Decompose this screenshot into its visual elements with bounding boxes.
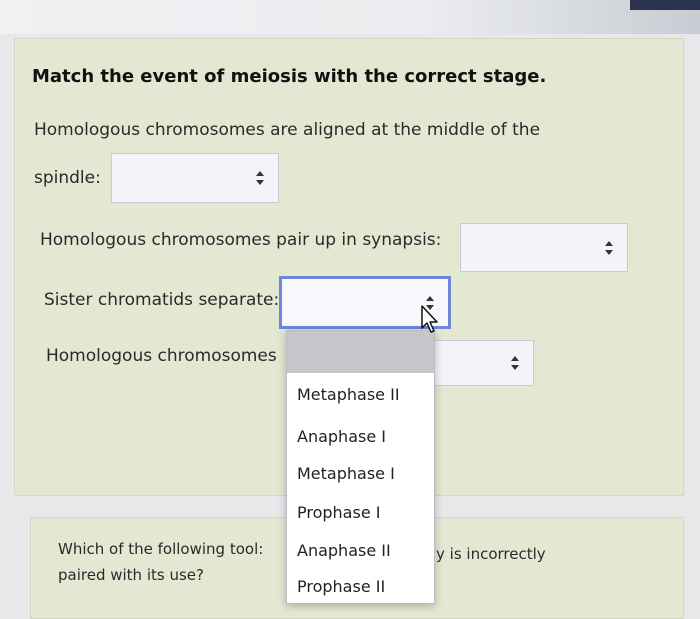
next-question-line2: paired with its use? xyxy=(58,566,204,584)
q1-stage-select[interactable] xyxy=(111,153,279,203)
dropdown-option[interactable]: Anaphase II xyxy=(297,541,391,560)
select-arrows-icon xyxy=(605,240,613,255)
dropdown-option[interactable]: Anaphase I xyxy=(297,427,386,446)
dropdown-option[interactable]: Metaphase II xyxy=(297,385,400,404)
select-arrows-icon xyxy=(256,171,264,185)
dropdown-option[interactable]: Prophase II xyxy=(297,577,385,596)
q1-text-line1: Homologous chromosomes are aligned at th… xyxy=(34,120,541,140)
browser-top-bar xyxy=(0,0,700,34)
question-heading: Match the event of meiosis with the corr… xyxy=(32,66,547,87)
dropdown-highlight xyxy=(287,331,434,373)
mouse-pointer-icon xyxy=(420,304,440,338)
q1-text-line2: spindle: xyxy=(34,168,101,188)
q4-text: Homologous chromosomes xyxy=(46,346,277,366)
next-question-line1-end: y is incorrectly xyxy=(436,545,546,563)
dropdown-option[interactable]: Metaphase I xyxy=(297,464,395,483)
next-question-line1-start: Which of the following tool: xyxy=(58,540,264,558)
q3-text: Sister chromatids separate: xyxy=(44,290,280,310)
q2-stage-select[interactable] xyxy=(460,223,628,272)
dropdown-option[interactable]: Prophase I xyxy=(297,503,380,522)
q2-text: Homologous chromosomes pair up in synaps… xyxy=(40,230,442,250)
stage-dropdown-list[interactable]: Metaphase II Anaphase I Metaphase I Prop… xyxy=(286,330,435,604)
select-arrows-icon xyxy=(511,356,519,370)
